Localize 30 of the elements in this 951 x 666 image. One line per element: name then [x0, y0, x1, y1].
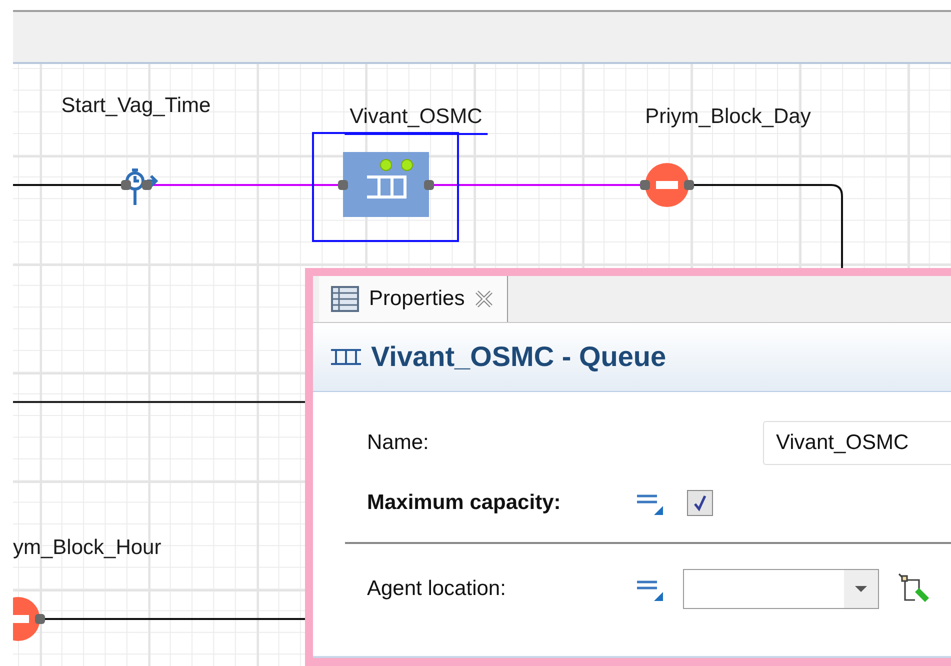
- status-dot: [401, 159, 413, 171]
- location-dropdown[interactable]: [683, 569, 879, 609]
- port[interactable]: [142, 180, 152, 190]
- port[interactable]: [35, 614, 45, 624]
- stop-icon[interactable]: [645, 163, 689, 207]
- port[interactable]: [424, 180, 434, 190]
- dropdown-arrow-icon: [855, 586, 867, 592]
- port[interactable]: [684, 180, 694, 190]
- field-label: Name:: [366, 431, 430, 455]
- properties-tab[interactable]: Properties: [319, 276, 508, 322]
- port[interactable]: [121, 180, 131, 190]
- block-label: ym_Block_Hour: [13, 536, 162, 561]
- port[interactable]: [338, 180, 348, 190]
- panel-title: Vivant_OSMC - Queue: [371, 341, 666, 373]
- status-dot: [380, 159, 392, 171]
- block-label: Start_Vag_Time: [60, 94, 212, 119]
- block-label: Priym_Block_Day: [644, 105, 812, 130]
- port[interactable]: [640, 180, 650, 190]
- block-label: Vivant_OSMC: [344, 105, 488, 135]
- table-icon: [331, 286, 359, 312]
- queue-slots-icon: [365, 175, 407, 199]
- field-label: Agent location:: [366, 577, 507, 601]
- close-icon[interactable]: [474, 290, 493, 308]
- field-label: Maximum capacity:: [366, 491, 562, 515]
- check-mark-icon: [692, 494, 708, 512]
- queue-block[interactable]: [343, 152, 429, 217]
- tab-label: Properties: [369, 287, 465, 311]
- queue-icon: [331, 348, 361, 366]
- name-field[interactable]: Vivant_OSMC: [763, 421, 951, 465]
- checkbox[interactable]: [687, 490, 713, 516]
